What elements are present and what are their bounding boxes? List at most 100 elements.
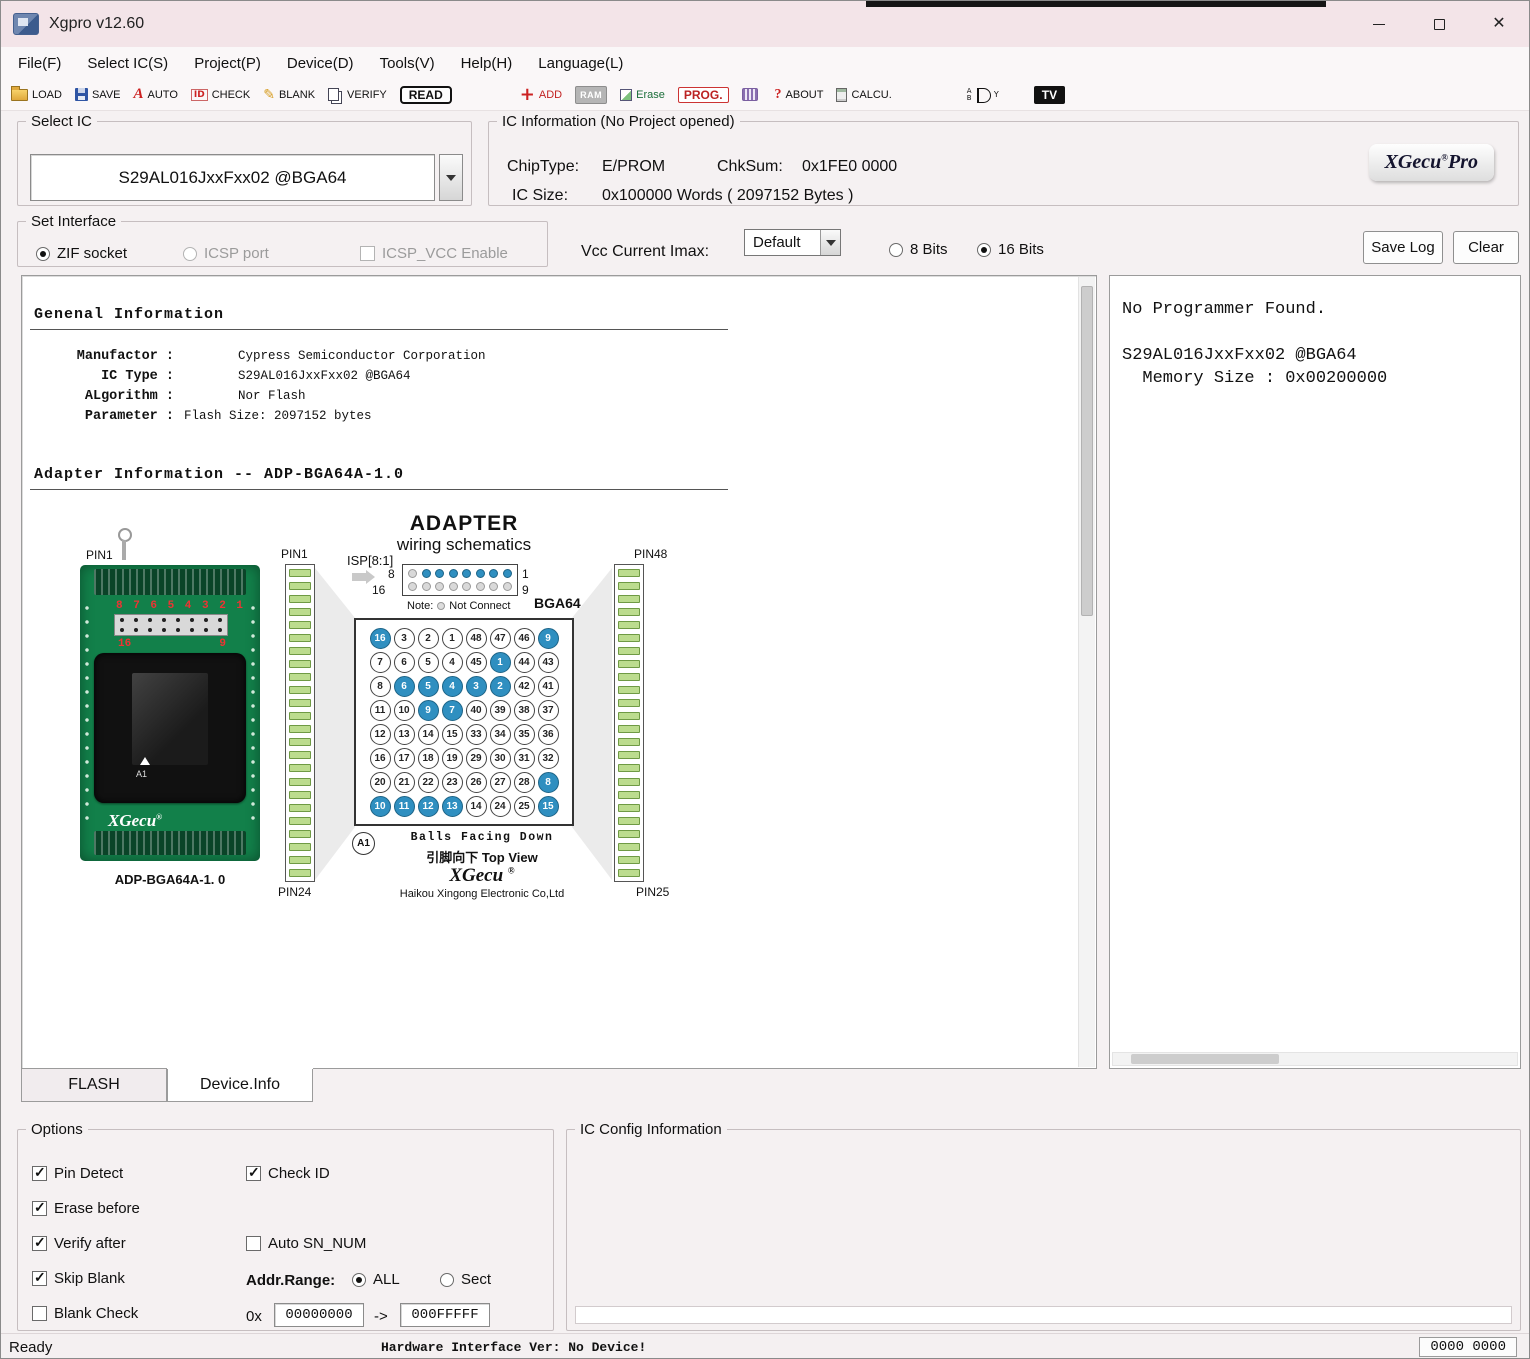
radio-icon [352, 1273, 366, 1287]
toolbar-about-button[interactable]: ?ABOUT [775, 87, 824, 103]
bga-ball: 11 [394, 796, 415, 817]
pin1-label: PIN1 [281, 547, 308, 561]
calculator-icon [836, 88, 847, 102]
toolbar-tv-button[interactable]: TV [1034, 86, 1065, 104]
bga-ball: 16 [370, 748, 391, 769]
isp-header [402, 564, 518, 596]
toolbar-save-button[interactable]: SAVE [75, 88, 121, 101]
background-window-edge [866, 1, 1326, 7]
addr-from-input[interactable]: 00000000 [274, 1303, 364, 1327]
device-info-rows: Manufactor :Cypress Semiconductor Corpor… [32, 346, 486, 426]
bga-chip [132, 673, 208, 765]
horizontal-scrollbar-thumb[interactable] [1131, 1054, 1279, 1064]
adapter-pin-pad [618, 621, 640, 629]
toolbar-prog-button[interactable]: PROG. [678, 87, 729, 103]
top-view-caption: 引脚向下 Top View [382, 847, 582, 866]
checkbox-icon [32, 1166, 47, 1181]
radio-label: ALL [373, 1271, 400, 1288]
adapter-subtitle: wiring schematics [354, 535, 574, 555]
radio-range-sect[interactable]: Sect [440, 1271, 491, 1288]
minimize-button[interactable] [1349, 1, 1409, 47]
radio-label: Sect [461, 1271, 491, 1288]
toolbar-verify-button[interactable]: VERIFY [328, 88, 387, 101]
maximize-button[interactable] [1409, 1, 1469, 47]
checkbox-check-id[interactable]: Check ID [246, 1165, 330, 1182]
toolbar-load-button[interactable]: LOAD [11, 89, 62, 101]
selected-ic-dropdown-button[interactable] [439, 154, 463, 201]
toolbar-label: BLANK [279, 89, 315, 101]
info-value: Cypress Semiconductor Corporation [238, 349, 486, 363]
tab-flash[interactable]: FLASH [21, 1069, 167, 1102]
toolbar-ram-button[interactable]: RAM [575, 86, 607, 104]
registered-mark: ® [156, 812, 162, 821]
adapter-pin-pad [289, 725, 311, 733]
vertical-scrollbar[interactable] [1078, 277, 1095, 1067]
checkbox-icon [32, 1236, 47, 1251]
menu-filef[interactable]: File(F) [5, 55, 74, 72]
toolbar-auto-button[interactable]: AAUTO [134, 86, 178, 103]
vcc-dropdown-button[interactable] [820, 230, 840, 255]
a1-text: A1 [136, 769, 147, 779]
close-button[interactable]: ✕ [1469, 1, 1529, 47]
save-log-button[interactable]: Save Log [1363, 231, 1443, 264]
toolbar-calcu-button[interactable]: CALCU. [836, 88, 891, 102]
vcc-current-select[interactable]: Default [744, 229, 841, 256]
adapter-pin-pad [618, 582, 640, 590]
header-hole [120, 618, 124, 622]
checkbox-erase-before[interactable]: Erase before [32, 1200, 140, 1217]
toolbar-gate-button[interactable]: A B [967, 87, 1005, 103]
menu-languagel[interactable]: Language(L) [525, 55, 636, 72]
header-hole [190, 618, 194, 622]
toolbar-erase-button[interactable]: Erase [620, 89, 665, 101]
photo-pin-numbers: 8 7 6 5 4 3 2 1 [116, 600, 228, 612]
a1-triangle-icon [140, 757, 150, 765]
menu-toolsv[interactable]: Tools(V) [367, 55, 448, 72]
menu-projectp[interactable]: Project(P) [181, 55, 274, 72]
bga-ball: 7 [370, 652, 391, 673]
menu-helph[interactable]: Help(H) [448, 55, 526, 72]
toolbar-read-button[interactable]: READ [400, 86, 452, 104]
radio-range-all[interactable]: ALL [352, 1271, 400, 1288]
radio-8-bits[interactable]: 8 Bits [889, 241, 948, 258]
adapter-pin-pad [618, 764, 640, 772]
maximize-icon [1434, 19, 1445, 30]
pcb-connector-bottom [94, 831, 246, 855]
radio-16-bits[interactable]: 16 Bits [977, 241, 1044, 258]
checkbox-pin-detect[interactable]: Pin Detect [32, 1165, 123, 1182]
tab-device-info[interactable]: Device.Info [167, 1069, 313, 1102]
toolbar-label: Erase [636, 89, 665, 101]
adapter-pin-pad [618, 673, 640, 681]
addr-to-input[interactable]: 000FFFFF [400, 1303, 490, 1327]
header-hole [176, 618, 180, 622]
menu-deviced[interactable]: Device(D) [274, 55, 367, 72]
checkbox-skip-blank[interactable]: Skip Blank [32, 1270, 125, 1287]
info-value: Flash Size: 2097152 bytes [184, 409, 372, 423]
isp-dots-bottom [408, 582, 512, 591]
bga-ball: 13 [394, 724, 415, 745]
isp-not-connect-dot [435, 582, 444, 591]
bga-ball: 27 [490, 772, 511, 793]
checkbox-auto-sn-num[interactable]: Auto SN_NUM [246, 1235, 366, 1252]
adapter-pin-pad [289, 817, 311, 825]
menu-selectics[interactable]: Select IC(S) [74, 55, 181, 72]
toolbar-check-button[interactable]: IDCHECK [191, 89, 250, 101]
checkbox-verify-after[interactable]: Verify after [32, 1235, 126, 1252]
horizontal-scrollbar[interactable] [1112, 1052, 1518, 1066]
adapter-information-heading: Adapter Information -- ADP-BGA64A-1.0 [34, 466, 404, 483]
radio-label: 8 Bits [910, 241, 948, 258]
toolbar-label: LOAD [32, 89, 62, 101]
clear-button[interactable]: Clear [1453, 231, 1519, 264]
bga-ball: 23 [442, 772, 463, 793]
adapter-pin-pad [618, 869, 640, 877]
selected-ic-combobox[interactable]: S29AL016JxxFxx02 @BGA64 [30, 154, 435, 201]
toolbar-comb-button[interactable] [742, 88, 762, 101]
pcb-via-dots [84, 601, 90, 825]
select-ic-group-label: Select IC [26, 113, 97, 130]
floppy-icon [75, 88, 88, 101]
vertical-scrollbar-thumb[interactable] [1081, 286, 1093, 616]
radio-zif-socket[interactable]: ZIF socket [36, 245, 127, 262]
toolbar-blank-button[interactable]: ✎BLANK [263, 87, 315, 103]
checkbox-blank-check[interactable]: Blank Check [32, 1305, 138, 1322]
adapter-pin-pad [289, 830, 311, 838]
toolbar-add-button[interactable]: +ADD [520, 86, 562, 104]
